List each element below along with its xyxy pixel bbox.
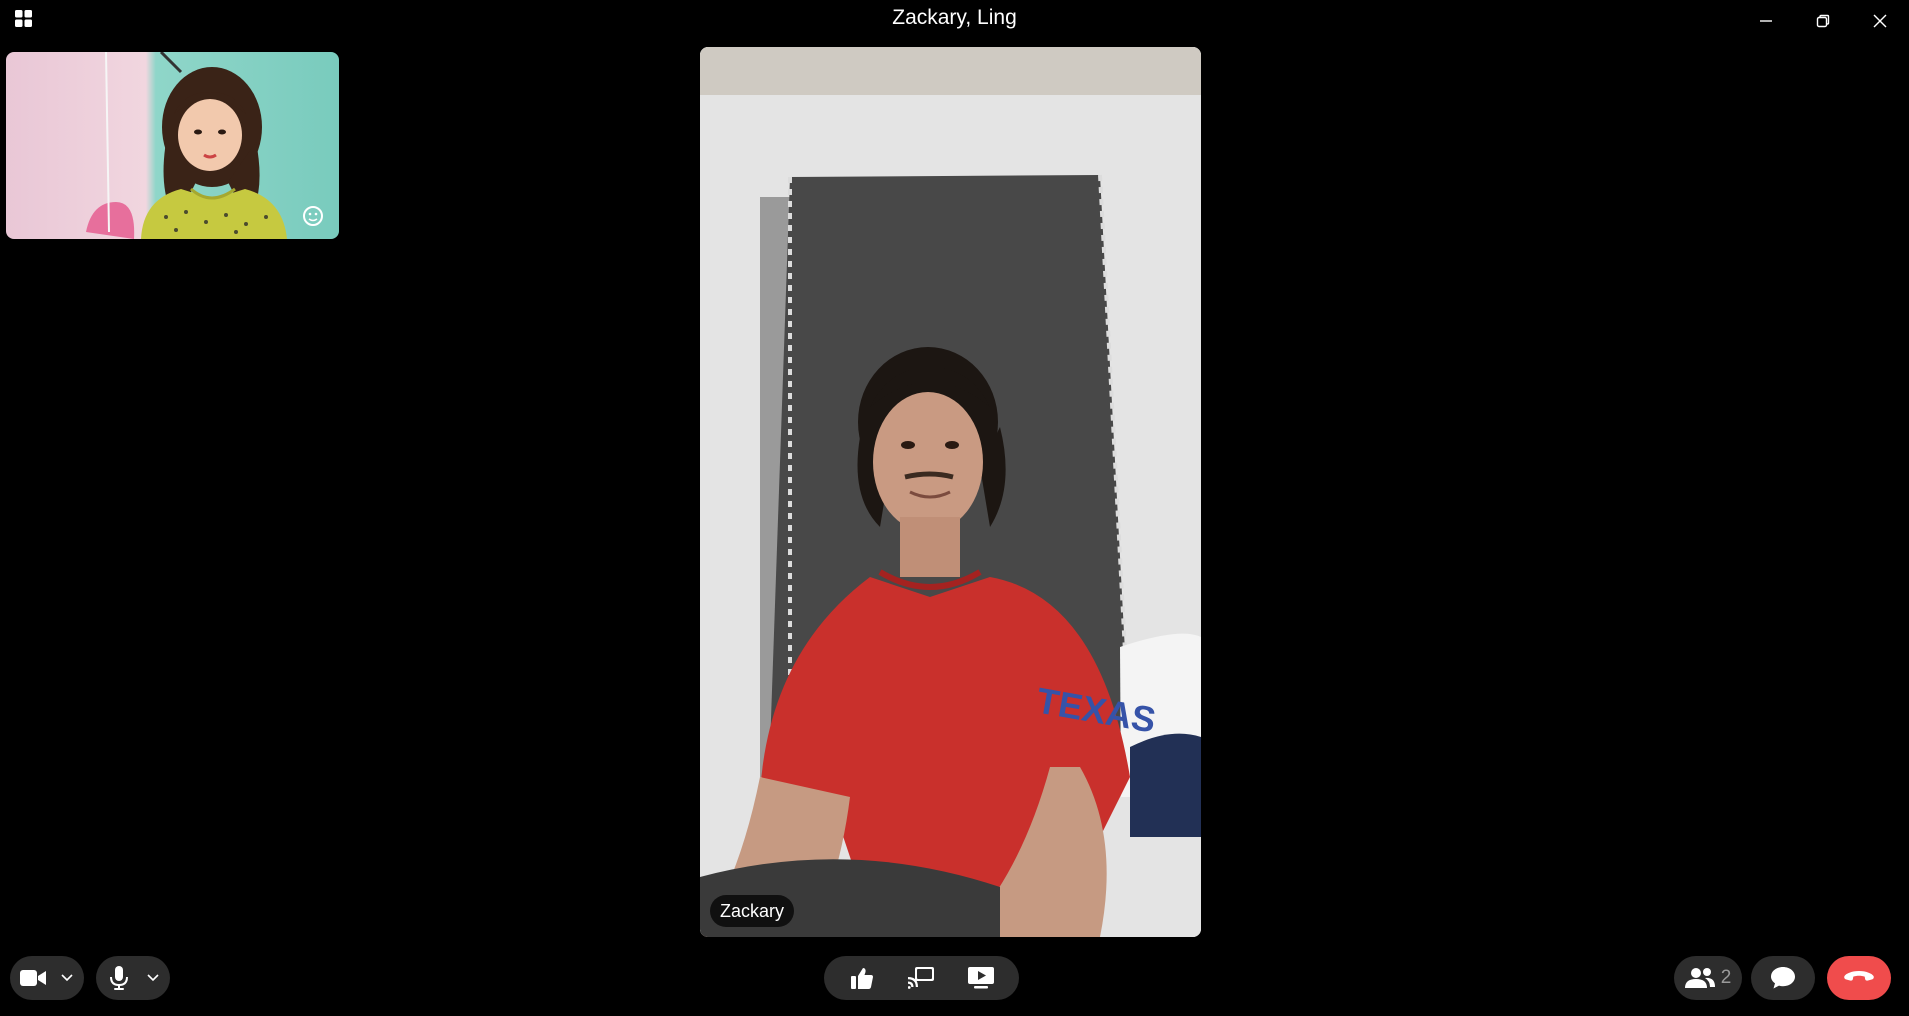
restore-icon bbox=[1816, 14, 1830, 28]
camera-options-button[interactable] bbox=[56, 956, 78, 1000]
close-icon bbox=[1873, 14, 1887, 28]
minimize-icon bbox=[1760, 20, 1772, 22]
microphone-icon bbox=[110, 966, 128, 990]
microphone-control-group bbox=[96, 956, 170, 1000]
chat-icon bbox=[1771, 967, 1795, 989]
main-video[interactable]: TEXAS Zackary bbox=[700, 47, 1201, 937]
self-video-preview[interactable] bbox=[6, 52, 339, 239]
video-camera-icon bbox=[20, 970, 46, 986]
end-call-icon bbox=[1844, 971, 1874, 981]
cast-icon bbox=[908, 967, 935, 989]
share-screen-icon bbox=[968, 967, 995, 989]
cast-button[interactable] bbox=[899, 956, 943, 1000]
microphone-options-button[interactable] bbox=[142, 956, 164, 1000]
title-bar: Zackary, Ling bbox=[0, 0, 1909, 40]
chevron-down-icon bbox=[61, 974, 73, 982]
participant-video-feed: TEXAS bbox=[700, 47, 1201, 937]
camera-control-group bbox=[10, 956, 84, 1000]
self-video-feed bbox=[6, 52, 339, 239]
participant-name-tag: Zackary bbox=[710, 895, 795, 927]
share-screen-button[interactable] bbox=[959, 956, 1003, 1000]
microphone-toggle-button[interactable] bbox=[96, 956, 142, 1000]
participants-button[interactable]: 2 bbox=[1674, 956, 1742, 1000]
window-title: Zackary, Ling bbox=[892, 6, 1017, 29]
close-button[interactable] bbox=[1860, 6, 1900, 36]
minimize-button[interactable] bbox=[1746, 6, 1786, 36]
thumbs-up-icon bbox=[850, 968, 873, 989]
participants-count: 2 bbox=[1720, 967, 1732, 988]
end-call-button[interactable] bbox=[1827, 956, 1891, 1000]
chat-button[interactable] bbox=[1751, 956, 1815, 1000]
participants-icon bbox=[1684, 968, 1715, 988]
chevron-down-icon bbox=[147, 974, 159, 982]
camera-toggle-button[interactable] bbox=[10, 956, 56, 1000]
reaction-button[interactable] bbox=[840, 956, 884, 1000]
restore-button[interactable] bbox=[1803, 6, 1843, 36]
center-controls bbox=[824, 956, 1019, 1000]
